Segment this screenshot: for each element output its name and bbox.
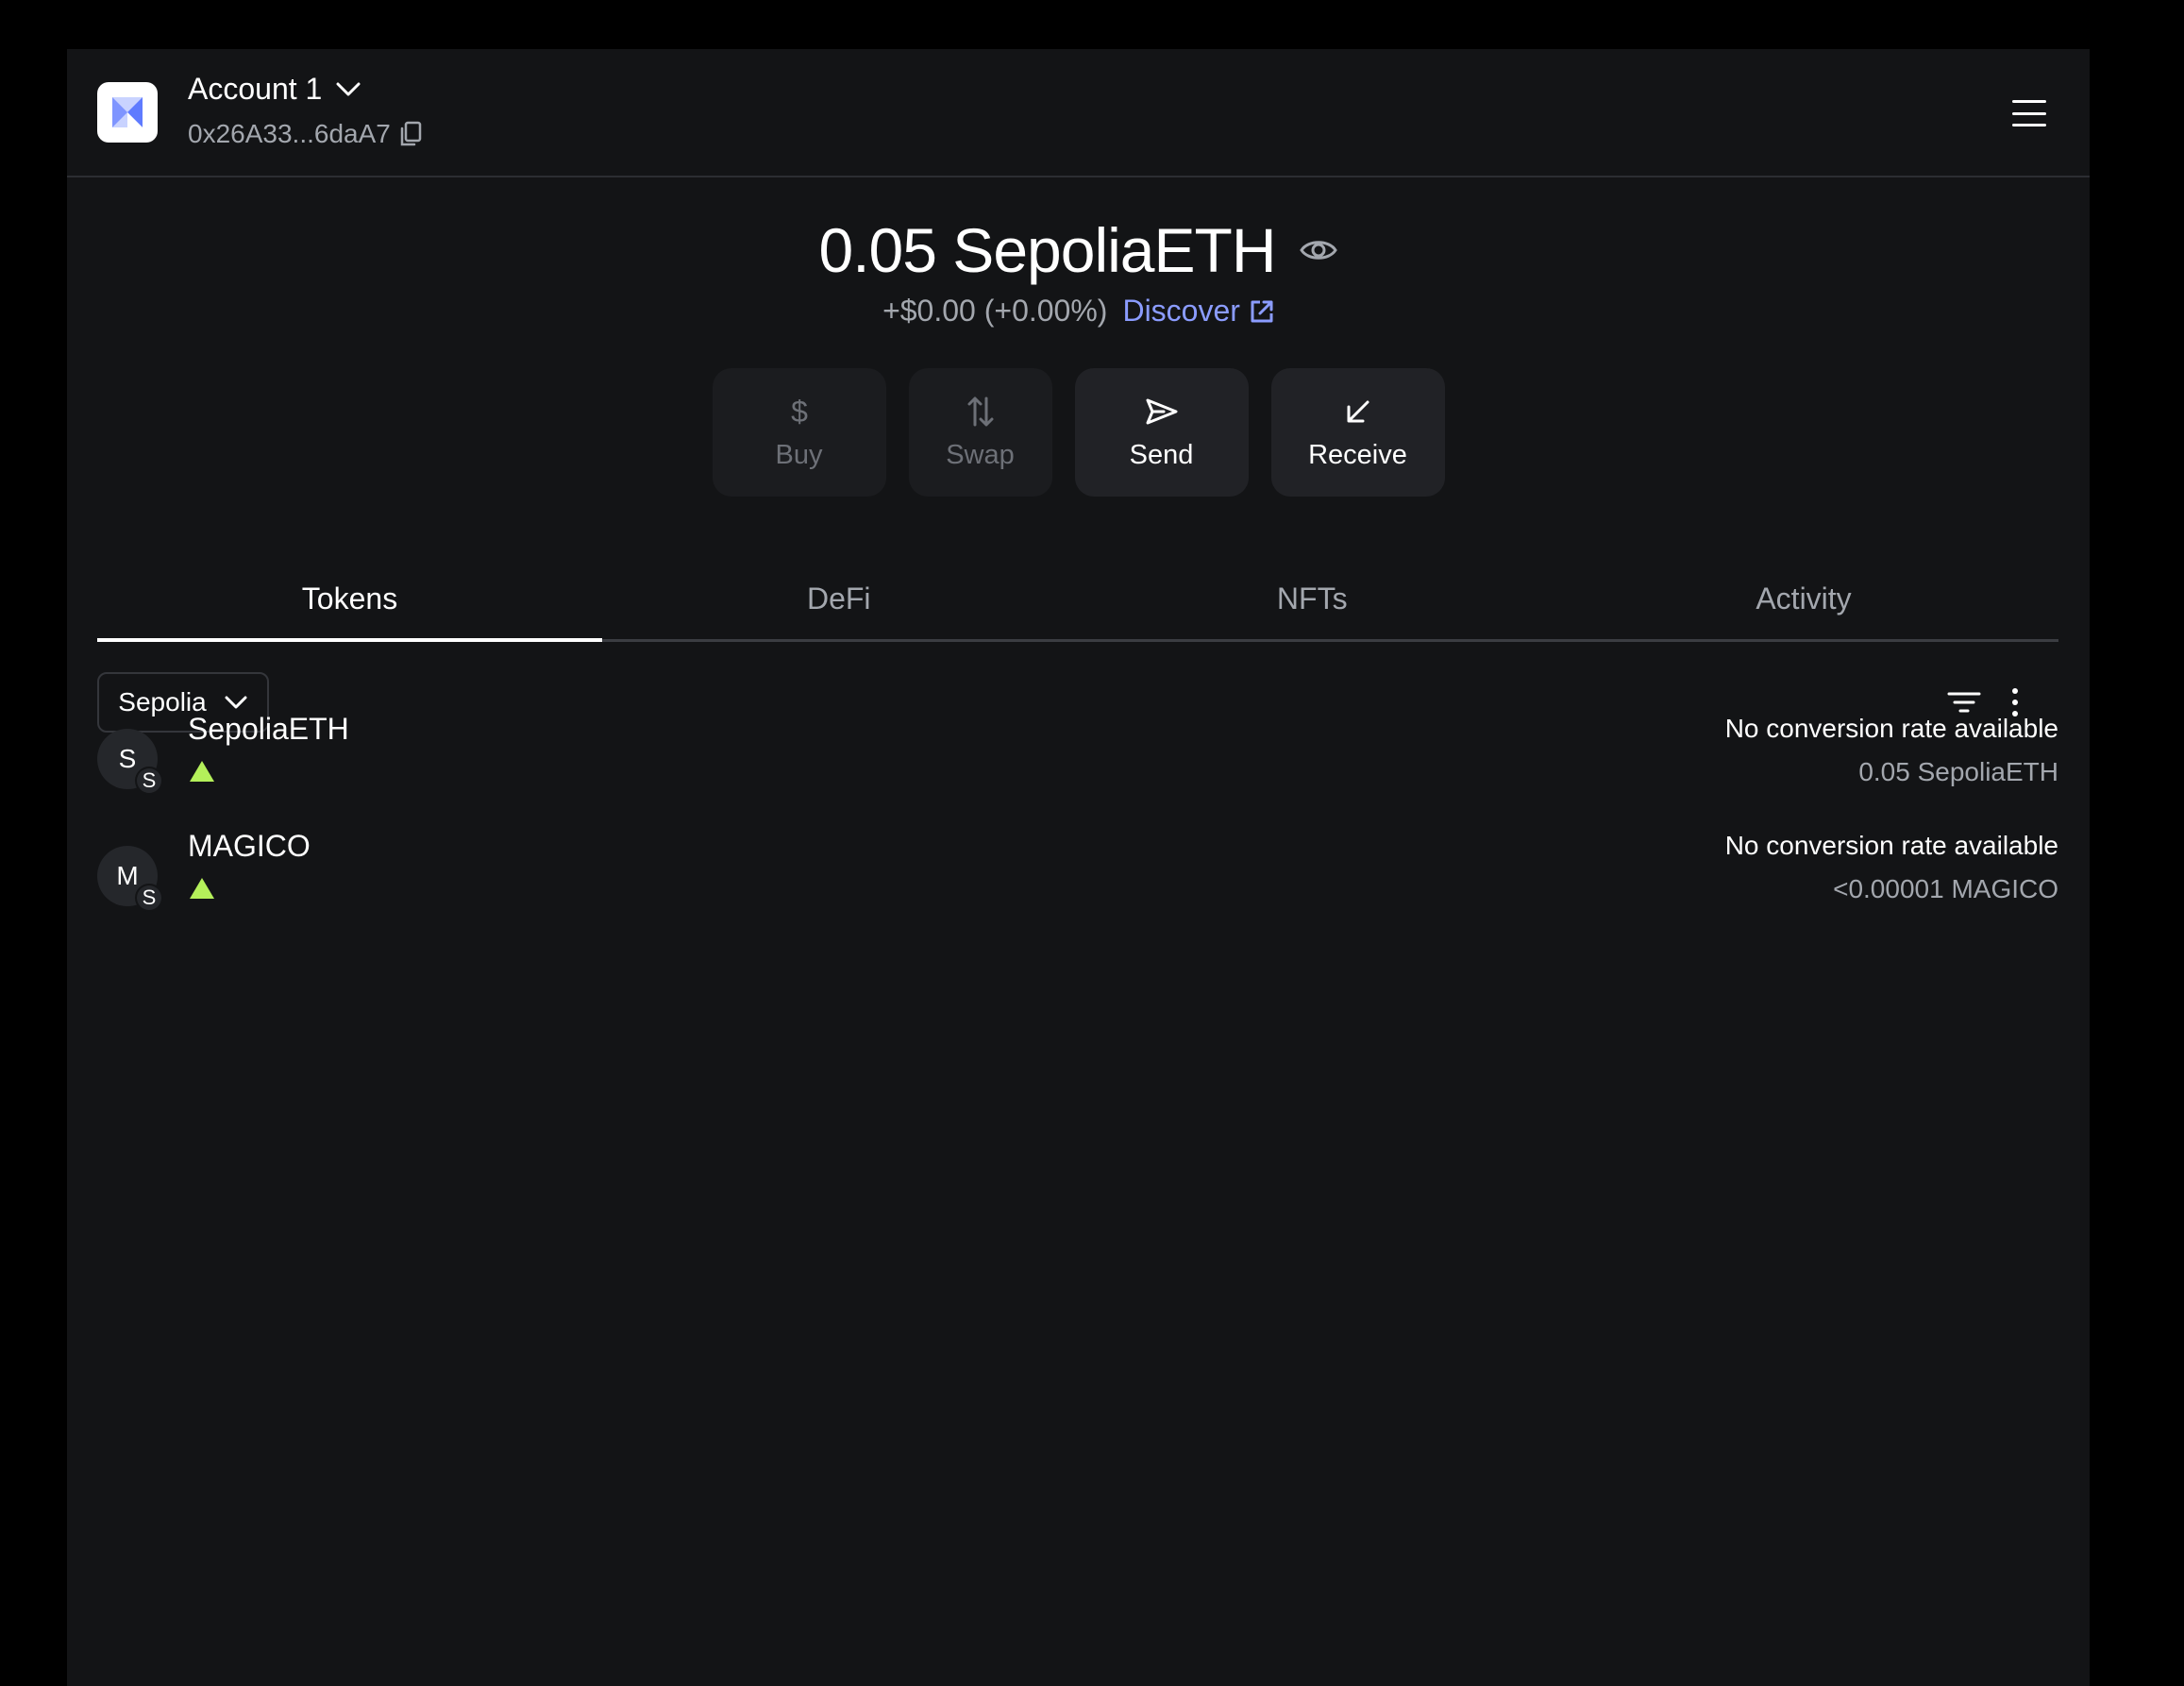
account-address-row: 0x26A33...6daA7 [188, 119, 423, 149]
buy-button[interactable]: $ Buy [712, 368, 886, 497]
token-avatar-letter: M [116, 861, 139, 890]
svg-text:$: $ [791, 396, 808, 428]
tab-label: NFTs [1276, 582, 1348, 615]
balance-change-row: +$0.00 (+0.00%) Discover [67, 294, 2090, 329]
discover-link[interactable]: Discover [1122, 294, 1273, 329]
wallet-window: Account 1 0x26A33...6daA7 0.05 SepoliaET… [67, 49, 2090, 1686]
network-badge-letter: S [142, 768, 157, 792]
receive-label: Receive [1308, 439, 1407, 470]
swap-label: Swap [946, 439, 1015, 470]
account-name: Account 1 [188, 72, 323, 106]
token-avatar-letter: S [118, 744, 137, 773]
eye-icon[interactable] [1300, 237, 1338, 263]
tab-activity[interactable]: Activity [1549, 559, 2058, 639]
tab-bar: Tokens DeFi NFTs Activity [97, 559, 2058, 642]
balance-amount: 0.05 SepoliaETH [818, 215, 1277, 285]
swap-arrows-icon [966, 395, 995, 429]
tab-label: DeFi [806, 582, 871, 615]
account-address: 0x26A33...6daA7 [188, 119, 391, 148]
chevron-down-icon [336, 82, 361, 95]
swap-button[interactable]: Swap [908, 368, 1052, 497]
token-conversion-rate: No conversion rate available [1724, 831, 2058, 860]
action-buttons: $ Buy Swap Send Receive [67, 368, 2090, 497]
network-badge-letter: S [142, 885, 157, 909]
copy-icon[interactable] [398, 121, 423, 147]
receive-arrow-icon [1344, 395, 1372, 429]
network-badge: S [135, 884, 163, 912]
buy-label: Buy [775, 439, 823, 470]
header: Account 1 0x26A33...6daA7 [67, 49, 2090, 177]
token-row[interactable]: S S SepoliaETH No conversion rate availa… [97, 710, 2058, 814]
trend-up-icon [190, 761, 214, 782]
hamburger-menu-icon[interactable] [2008, 94, 2050, 132]
token-conversion-rate: No conversion rate available [1724, 714, 2058, 743]
account-selector[interactable]: Account 1 [188, 72, 361, 107]
receive-button[interactable]: Receive [1270, 368, 1445, 497]
tab-label: Tokens [301, 582, 398, 615]
send-icon [1145, 395, 1179, 429]
trend-up-icon [190, 878, 214, 899]
network-badge: S [135, 767, 163, 795]
tab-defi[interactable]: DeFi [602, 559, 1076, 639]
token-amount: 0.05 SepoliaETH [1858, 757, 2058, 786]
chevron-down-icon [225, 696, 247, 709]
token-row[interactable]: M S MAGICO No conversion rate available … [97, 827, 2058, 931]
send-label: Send [1129, 439, 1194, 470]
wallet-logo-icon [97, 82, 158, 143]
tab-nfts[interactable]: NFTs [1076, 559, 1550, 639]
token-amount: <0.00001 MAGICO [1833, 874, 2058, 903]
dollar-icon: $ [790, 395, 809, 429]
token-name: SepoliaETH [188, 712, 349, 746]
balance-change: +$0.00 (+0.00%) [882, 294, 1108, 328]
tab-label: Activity [1756, 582, 1852, 615]
external-link-icon [1251, 300, 1273, 322]
token-name: MAGICO [188, 829, 311, 863]
tab-tokens[interactable]: Tokens [97, 559, 602, 642]
discover-label: Discover [1122, 294, 1240, 328]
balance-row: 0.05 SepoliaETH [67, 214, 2090, 286]
send-button[interactable]: Send [1074, 368, 1249, 497]
